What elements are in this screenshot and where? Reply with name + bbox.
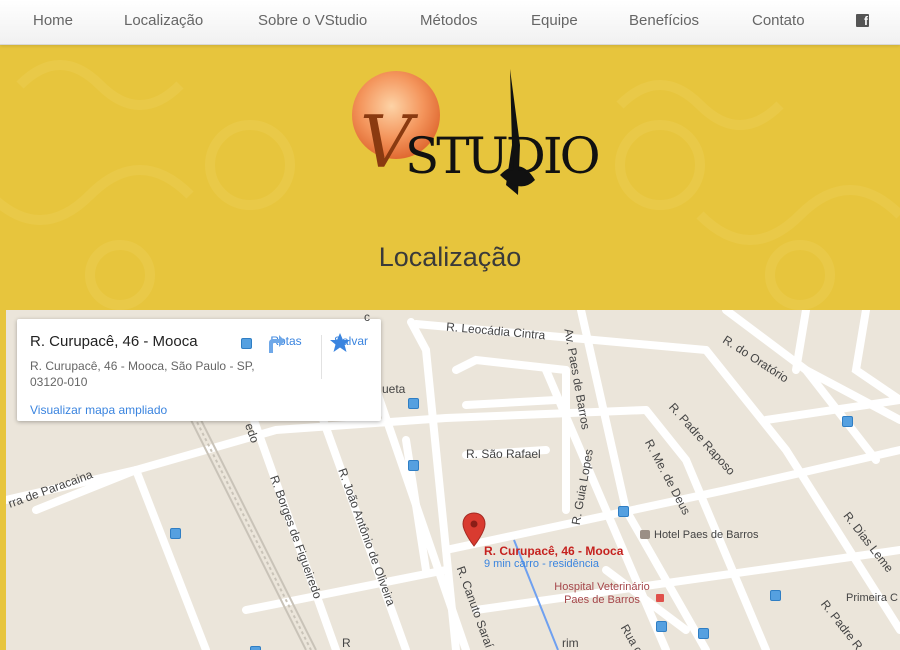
poi-hotel[interactable]: Hotel Paes de Barros xyxy=(654,529,759,541)
page-title: Localização xyxy=(378,242,522,272)
hero-section: V STUDIO Localização xyxy=(0,45,900,310)
nav-sobre[interactable]: Sobre o VStudio xyxy=(258,12,367,29)
hospital-icon xyxy=(656,594,664,602)
map-info-card: R. Curupacê, 46 - Mooca R. Curupacê, 46 … xyxy=(17,319,381,421)
bus-stop-icon xyxy=(618,506,629,517)
directions-button[interactable]: Rotas xyxy=(263,331,309,353)
pin-label: R. Curupacê, 46 - Mooca xyxy=(484,544,624,558)
directions-icon xyxy=(269,335,285,353)
bus-stop-icon xyxy=(170,528,181,539)
logo-text: STUDIO xyxy=(405,127,601,185)
facebook-icon[interactable]: f xyxy=(856,14,869,28)
street-label: R. São Rafael xyxy=(466,447,541,461)
street-label: ueta xyxy=(382,382,406,396)
hotel-icon xyxy=(640,530,650,539)
bus-stop-icon xyxy=(241,338,252,349)
nav-contato[interactable]: Contato xyxy=(752,12,805,29)
bus-stop-icon xyxy=(250,646,261,650)
poi-primeira[interactable]: Primeira C xyxy=(846,592,898,604)
bus-stop-icon xyxy=(770,590,781,601)
bus-stop-icon xyxy=(408,398,419,409)
street-label: rim xyxy=(562,636,579,650)
bus-stop-icon xyxy=(698,628,709,639)
card-title: R. Curupacê, 46 - Mooca xyxy=(30,333,198,350)
bus-stop-icon xyxy=(656,621,667,632)
nav-equipe[interactable]: Equipe xyxy=(531,12,578,29)
star-icon xyxy=(330,333,350,352)
nav-home[interactable]: Home xyxy=(33,12,73,29)
nav-localizacao[interactable]: Localização xyxy=(124,12,203,29)
card-divider xyxy=(321,335,322,379)
pin-sublabel: 9 min carro - residência xyxy=(484,558,599,570)
street-label: R xyxy=(342,636,351,650)
nav-beneficios[interactable]: Benefícios xyxy=(629,12,699,29)
poi-hospital[interactable]: Hospital Veterinário Paes de Barros xyxy=(542,581,662,607)
bus-stop-icon xyxy=(842,416,853,427)
view-larger-map-link[interactable]: Visualizar mapa ampliado xyxy=(30,403,167,417)
top-navigation: Home Localização Sobre o VStudio Métodos… xyxy=(0,0,900,45)
bus-stop-icon xyxy=(408,460,419,471)
save-button[interactable]: Salvar xyxy=(328,331,374,352)
location-pin-icon[interactable] xyxy=(462,512,486,548)
embedded-map[interactable]: R. Curupacê, 46 - Mooca R. Curupacê, 46 … xyxy=(6,310,900,650)
nav-metodos[interactable]: Métodos xyxy=(420,12,478,29)
card-address: R. Curupacê, 46 - Mooca, São Paulo - SP,… xyxy=(30,359,255,389)
street-label: c xyxy=(364,310,370,324)
